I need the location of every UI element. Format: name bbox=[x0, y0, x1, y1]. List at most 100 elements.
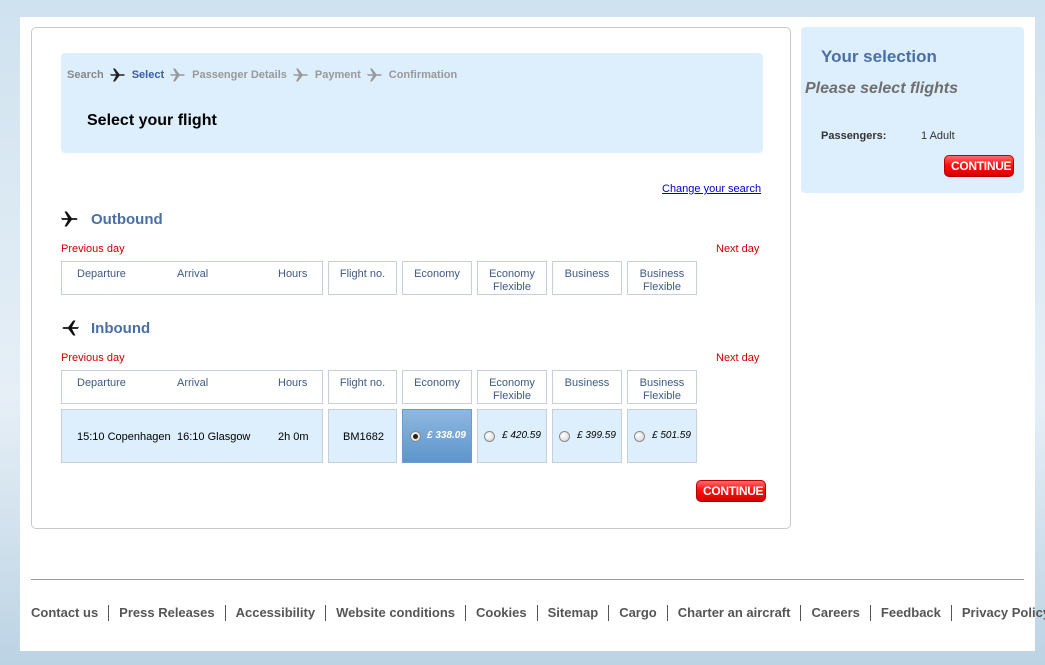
outbound-header-hours: Hours bbox=[278, 268, 308, 280]
outbound-header-flight-info: Departure Arrival Hours bbox=[61, 261, 323, 295]
plane-icon bbox=[366, 68, 382, 82]
inbound-header-flight-info: Departure Arrival Hours bbox=[61, 370, 323, 404]
inbound-flight-hours: 2h 0m bbox=[278, 431, 309, 443]
inbound-header-economy: Economy bbox=[402, 370, 472, 404]
fare-economy-flexible-price: £ 420.59 bbox=[502, 430, 541, 441]
footer-separator bbox=[800, 605, 802, 621]
plane-icon bbox=[170, 68, 185, 82]
outbound-header-economy-flexible-line2: Flexible bbox=[493, 281, 531, 293]
outbound-header-business-flexible-line1: Business bbox=[639, 268, 685, 280]
breadcrumb-step-passenger-details: Passenger Details bbox=[192, 69, 287, 81]
footer-separator bbox=[465, 605, 467, 621]
plane-icon bbox=[109, 68, 125, 82]
inbound-plane-icon bbox=[62, 320, 79, 336]
fare-economy-radio[interactable] bbox=[410, 431, 421, 442]
inbound-flight-no: BM1682 bbox=[343, 431, 384, 443]
continue-button[interactable]: CONTINUE bbox=[696, 480, 766, 502]
outbound-plane-icon bbox=[61, 211, 78, 227]
inbound-heading: Inbound bbox=[61, 319, 150, 337]
inbound-flight-departure: 15:10 Copenhagen bbox=[77, 431, 171, 443]
fare-business-price: £ 399.59 bbox=[577, 430, 616, 441]
inbound-header-flight-no-text: Flight no. bbox=[339, 377, 386, 389]
outbound-next-day-link[interactable]: Next day bbox=[716, 243, 759, 255]
outbound-header-flight-no-text: Flight no. bbox=[339, 268, 386, 280]
footer-separator bbox=[224, 605, 226, 621]
footer-link-website-conditions[interactable]: Website conditions bbox=[336, 605, 455, 621]
footer-link-careers[interactable]: Careers bbox=[811, 605, 859, 621]
outbound-header-flight-no: Flight no. bbox=[328, 261, 397, 295]
footer-separator bbox=[666, 605, 668, 621]
footer-link-press-releases[interactable]: Press Releases bbox=[119, 605, 214, 621]
footer-separator bbox=[325, 605, 327, 621]
breadcrumb: Search Select Passenger Details Payment … bbox=[67, 67, 457, 83]
footer-link-cookies[interactable]: Cookies bbox=[476, 605, 527, 621]
inbound-header-economy-flexible-line1: Economy bbox=[489, 377, 535, 389]
outbound-header-business-flexible-line2: Flexible bbox=[643, 281, 681, 293]
fare-business-flexible-cell[interactable]: £ 501.59 bbox=[627, 409, 697, 463]
inbound-header-flight-no: Flight no. bbox=[328, 370, 397, 404]
breadcrumb-step-select: Select bbox=[131, 69, 165, 81]
footer-links: Contact us Press Releases Accessibility … bbox=[31, 605, 1045, 621]
inbound-header-economy-flexible: Economy Flexible bbox=[477, 370, 547, 404]
outbound-header-business: Business bbox=[552, 261, 622, 295]
inbound-previous-day-link[interactable]: Previous day bbox=[61, 352, 125, 364]
outbound-label: Outbound bbox=[91, 210, 163, 228]
breadcrumb-step-payment: Payment bbox=[314, 69, 361, 81]
footer-separator bbox=[608, 605, 610, 621]
outbound-header-economy-text: Economy bbox=[414, 268, 460, 280]
plane-icon bbox=[292, 68, 308, 82]
inbound-header-economy-flexible-line2: Flexible bbox=[493, 390, 531, 402]
inbound-header-arrival: Arrival bbox=[177, 377, 209, 389]
inbound-header-business: Business bbox=[552, 370, 622, 404]
outbound-heading: Outbound bbox=[61, 210, 163, 228]
fare-business-radio[interactable] bbox=[559, 431, 570, 442]
inbound-header-departure: Departure bbox=[77, 377, 126, 389]
inbound-header-business-flexible-line1: Business bbox=[639, 377, 685, 389]
footer-link-feedback[interactable]: Feedback bbox=[881, 605, 941, 621]
outbound-header-economy-flexible-line1: Economy bbox=[489, 268, 535, 280]
fare-business-cell[interactable]: £ 399.59 bbox=[552, 409, 622, 463]
inbound-flight-row: 15:10 Copenhagen 16:10 Glasgow 2h 0m bbox=[61, 409, 323, 463]
outbound-header-arrival: Arrival bbox=[177, 268, 209, 280]
footer-divider bbox=[31, 579, 1024, 580]
outbound-header-economy: Economy bbox=[402, 261, 472, 295]
inbound-header-business-text: Business bbox=[564, 377, 610, 389]
inbound-next-day-link[interactable]: Next day bbox=[716, 352, 759, 364]
inbound-header-economy-text: Economy bbox=[414, 377, 460, 389]
inbound-flight-arrival: 16:10 Glasgow bbox=[177, 431, 251, 443]
inbound-label: Inbound bbox=[91, 319, 151, 337]
inbound-header-hours: Hours bbox=[278, 377, 308, 389]
inbound-header-business-flexible-line2: Flexible bbox=[643, 390, 681, 402]
fare-business-flexible-price: £ 501.59 bbox=[652, 430, 691, 441]
outbound-header-departure: Departure bbox=[77, 268, 126, 280]
outbound-header-business-text: Business bbox=[564, 268, 610, 280]
outbound-header-economy-flexible: Economy Flexible bbox=[477, 261, 547, 295]
fare-economy-flexible-cell[interactable]: £ 420.59 bbox=[477, 409, 547, 463]
footer-separator bbox=[536, 605, 538, 621]
fare-economy-flexible-radio[interactable] bbox=[484, 431, 495, 442]
breadcrumb-step-search[interactable]: Search bbox=[67, 69, 104, 81]
footer-link-sitemap[interactable]: Sitemap bbox=[548, 605, 599, 621]
your-selection-title: Your selection bbox=[821, 47, 937, 66]
outbound-previous-day-link[interactable]: Previous day bbox=[61, 243, 125, 255]
footer-link-accessibility[interactable]: Accessibility bbox=[236, 605, 316, 621]
fare-economy-price: £ 338.09 bbox=[427, 430, 466, 441]
page-title: Select your flight bbox=[87, 112, 217, 129]
passengers-value: 1 Adult bbox=[921, 130, 955, 142]
fare-business-flexible-radio[interactable] bbox=[634, 431, 645, 442]
change-search-link[interactable]: Change your search bbox=[662, 183, 761, 195]
please-select-flights-text: Please select flights bbox=[805, 80, 958, 97]
footer-link-cargo[interactable]: Cargo bbox=[619, 605, 657, 621]
footer-link-charter-an-aircraft[interactable]: Charter an aircraft bbox=[678, 605, 791, 621]
footer-link-privacy-policy[interactable]: Privacy Policy bbox=[962, 605, 1045, 621]
footer-link-contact-us[interactable]: Contact us bbox=[31, 605, 98, 621]
passengers-label: Passengers: bbox=[821, 130, 887, 142]
footer-separator bbox=[869, 605, 871, 621]
inbound-header-business-flexible: Business Flexible bbox=[627, 370, 697, 404]
inbound-flight-no-cell: BM1682 bbox=[328, 409, 397, 463]
outbound-header-business-flexible: Business Flexible bbox=[627, 261, 697, 295]
footer-separator bbox=[108, 605, 110, 621]
breadcrumb-step-confirmation: Confirmation bbox=[388, 69, 458, 81]
sidebar-continue-button[interactable]: CONTINUE bbox=[944, 155, 1014, 177]
fare-economy-cell[interactable]: £ 338.09 bbox=[402, 409, 472, 463]
